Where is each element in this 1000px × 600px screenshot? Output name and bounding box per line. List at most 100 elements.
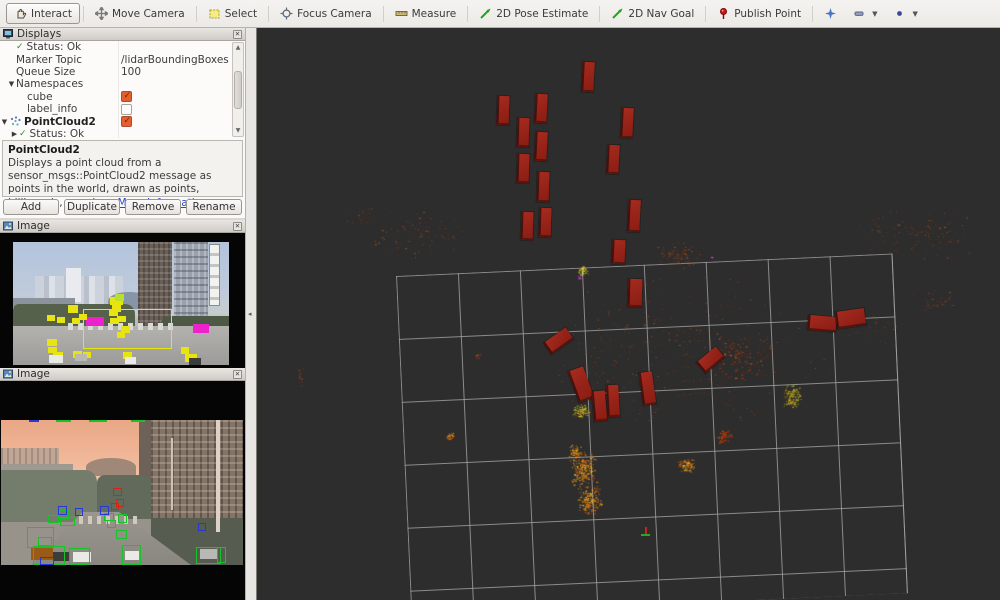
tree-row-value[interactable]: /lidarBoundingBoxes (121, 54, 229, 66)
lidar-box (611, 240, 625, 265)
3d-viewport[interactable] (257, 28, 1000, 600)
rviz-window: Interact Move Camera Select Focus Camera Mea… (0, 0, 1000, 600)
pin-icon (717, 7, 730, 20)
lidar-box (606, 145, 620, 175)
add-button[interactable]: Add (3, 199, 59, 215)
toolbar-separator (196, 6, 197, 22)
tree-row-label: Namespaces (16, 78, 83, 90)
image2-detection-box (48, 515, 59, 523)
image-1-close-icon[interactable]: ✕ (233, 222, 242, 231)
toolbar-plus-button[interactable] (816, 3, 845, 24)
tree-row-label_info[interactable]: label_info (0, 103, 220, 115)
status-ok-check-icon: ✓ (16, 42, 24, 52)
tree-row-namespaces[interactable]: ▼Namespaces (0, 78, 220, 90)
displays-tree[interactable]: ✓Status: OkMarker Topic/lidarBoundingBox… (0, 41, 245, 138)
toolbar-dot-button[interactable]: ▼ (885, 3, 925, 24)
checkbox-cube[interactable] (121, 91, 132, 102)
display-description: PointCloud2 Displays a point cloud from … (2, 140, 243, 197)
image2-detection-box (118, 514, 127, 523)
photo1-white-tower (65, 268, 81, 302)
tree-row-label: label_info (27, 103, 77, 115)
image-panel-2-titlebar[interactable]: Image ✕ (0, 368, 245, 381)
image2-detection-box (116, 499, 124, 507)
checkbox-label_info[interactable] (121, 104, 132, 115)
dash-icon (853, 7, 866, 20)
lidar-box (534, 132, 548, 162)
scrollbar-down-icon[interactable]: ▼ (233, 126, 243, 136)
tree-row-pointcloud2[interactable]: ▼ PointCloud2 (0, 115, 220, 127)
expand-arrow-icon[interactable]: ▼ (0, 118, 9, 126)
image-panel-1-title: Image (17, 220, 229, 232)
toolbar-separator (83, 6, 84, 22)
displays-tree-scrollbar[interactable]: ▲ ▼ (232, 42, 244, 137)
displays-panel-titlebar[interactable]: Displays ✕ (0, 28, 245, 41)
remove-button[interactable]: Remove (125, 199, 181, 215)
tree-row-marker-topic[interactable]: Marker Topic/lidarBoundingBoxes (0, 53, 220, 65)
tool-select[interactable]: Select (200, 3, 265, 24)
move-icon (95, 7, 108, 20)
image1-detection-box (79, 314, 87, 320)
tool-measure[interactable]: Measure (387, 3, 465, 24)
scrollbar-thumb[interactable] (234, 71, 242, 109)
chevron-down-icon: ▼ (872, 10, 877, 18)
photo1-sign-column (209, 244, 220, 306)
lidar-box (627, 200, 641, 233)
lidar-box (496, 96, 509, 125)
image-panel-1: Image ✕ (0, 220, 245, 368)
tree-row-label: Marker Topic (16, 54, 82, 66)
panel-splitter[interactable]: ◂ (245, 28, 257, 600)
chevron-down-icon: ▼ (912, 10, 917, 18)
lidar-box (592, 390, 608, 421)
tool-label: Focus Camera (297, 8, 372, 20)
tree-row-value[interactable]: 100 (121, 66, 141, 78)
image1-detection-box (86, 317, 104, 326)
lidar-box (521, 212, 534, 240)
tool-label: 2D Nav Goal (628, 8, 694, 20)
image-2-close-icon[interactable]: ✕ (233, 370, 242, 379)
image2-detection-box (75, 508, 83, 516)
toolbar-dash-button[interactable]: ▼ (845, 3, 885, 24)
tool-2d-pose-estimate[interactable]: 2D Pose Estimate (471, 3, 596, 24)
splitter-collapse-icon[interactable]: ◂ (248, 310, 255, 319)
tool-focus-camera[interactable]: Focus Camera (272, 3, 380, 24)
image1-detection-box (193, 324, 209, 333)
lidar-box (516, 154, 529, 183)
toolbar-separator (599, 6, 600, 22)
rename-button[interactable]: Rename (186, 199, 242, 215)
duplicate-button[interactable]: Duplicate (64, 199, 120, 215)
image1-vehicle (189, 358, 201, 365)
lidar-box (628, 279, 643, 307)
tool-2d-nav-goal[interactable]: 2D Nav Goal (603, 3, 702, 24)
camera-image-1 (0, 233, 245, 368)
image1-detection-box (110, 318, 119, 324)
photo2-pole (216, 420, 220, 532)
checkbox-PointCloud2[interactable] (121, 116, 132, 127)
tree-row-cube[interactable]: cube (0, 91, 220, 103)
tree-row-label: PointCloud2 (24, 116, 96, 128)
pointcloud-icon (9, 115, 22, 128)
image-panel-2-title: Image (17, 368, 229, 380)
tree-row-queue-size[interactable]: Queue Size100 (0, 66, 220, 78)
displays-close-icon[interactable]: ✕ (233, 30, 242, 39)
select-icon (208, 7, 221, 20)
tree-row-status-ok[interactable]: ✓Status: Ok (0, 41, 220, 53)
plus-icon (824, 7, 837, 20)
expand-arrow-icon[interactable]: ▼ (7, 80, 16, 88)
image2-detection-box (58, 506, 67, 515)
image1-detection-box (68, 305, 78, 313)
image1-detection-box (47, 339, 57, 346)
lidar-box (534, 94, 548, 124)
scrollbar-up-icon[interactable]: ▲ (233, 43, 243, 53)
collapse-arrow-icon[interactable]: ▶ (10, 130, 19, 138)
image2-detection-box (40, 557, 54, 565)
displays-icon (3, 29, 13, 39)
tool-move-camera[interactable]: Move Camera (87, 3, 193, 24)
image2-detection-box (198, 523, 206, 531)
measure-icon (395, 7, 408, 20)
tree-row-status-ok[interactable]: ▶✓Status: Ok (0, 128, 220, 138)
tree-row-label: Status: Ok (27, 41, 82, 53)
image-panel-1-titlebar[interactable]: Image ✕ (0, 220, 245, 233)
tool-publish-point[interactable]: Publish Point (709, 3, 809, 24)
toolbar-separator (467, 6, 468, 22)
tool-interact[interactable]: Interact (6, 3, 80, 24)
